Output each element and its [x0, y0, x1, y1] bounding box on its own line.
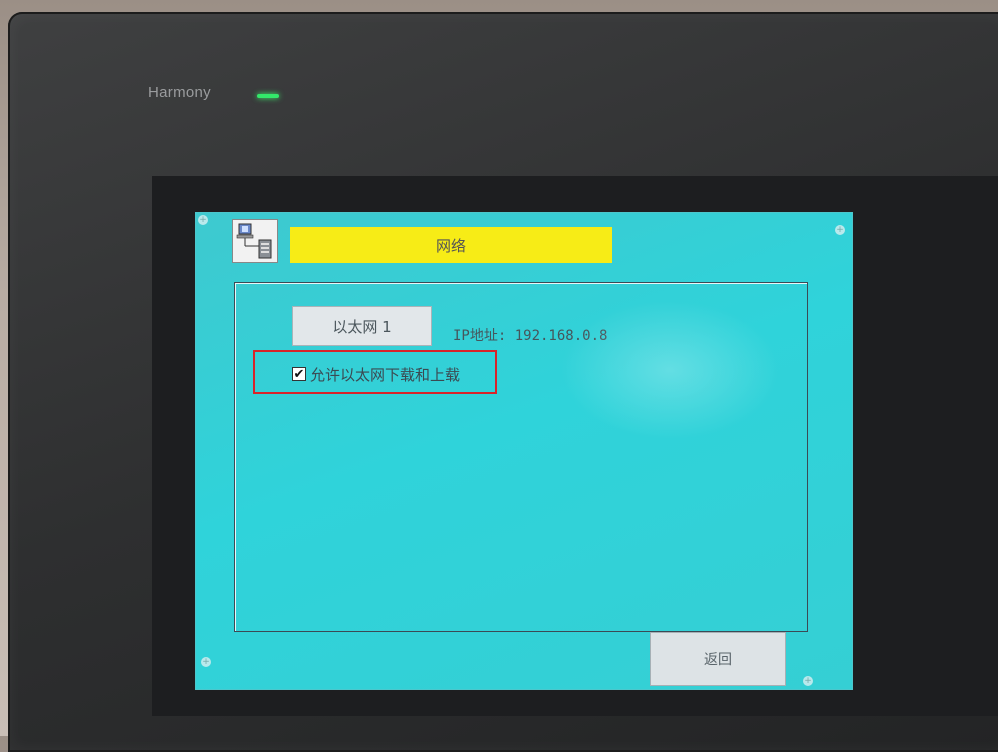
- status-led: [257, 94, 279, 98]
- corner-marker: +: [803, 676, 813, 686]
- ip-address-text: IP地址: 192.168.0.8: [453, 328, 608, 344]
- network-computer-icon[interactable]: [232, 219, 278, 263]
- back-button-label: 返回: [704, 652, 732, 668]
- page-title-text: 网络: [435, 236, 466, 255]
- page-title: 网络: [290, 227, 612, 263]
- corner-marker: +: [835, 225, 845, 235]
- brand-label: Harmony: [148, 84, 211, 101]
- highlight-box: [253, 350, 497, 394]
- back-button[interactable]: 返回: [650, 632, 786, 686]
- corner-marker: +: [201, 657, 211, 667]
- corner-marker: +: [198, 215, 208, 225]
- ethernet-1-label: 以太网 1: [332, 317, 392, 336]
- ethernet-1-button[interactable]: 以太网 1: [292, 306, 432, 346]
